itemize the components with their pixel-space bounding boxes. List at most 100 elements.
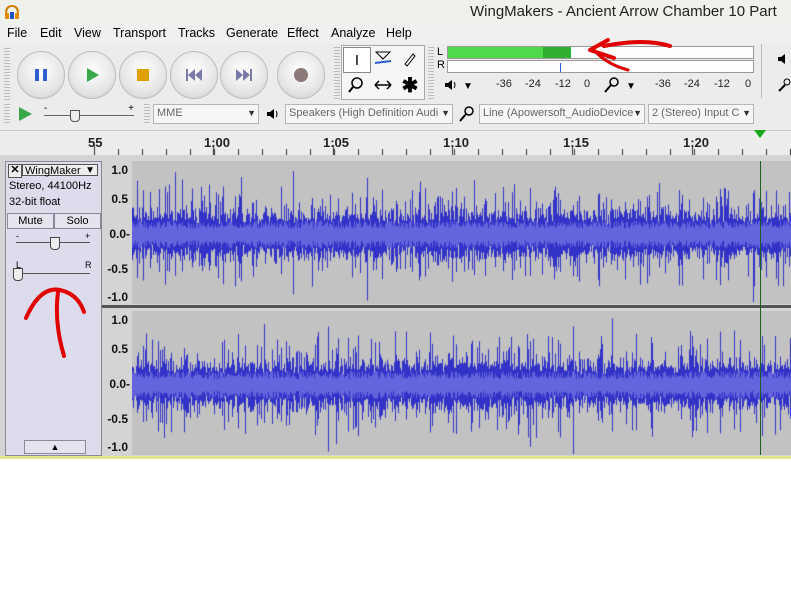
tools-grip[interactable] <box>334 47 340 99</box>
speaker-icon <box>444 78 458 95</box>
menu-analyze[interactable]: Analyze <box>331 26 375 40</box>
skip-to-end-button[interactable] <box>220 51 268 99</box>
playback-scale-12: -12 <box>555 78 571 90</box>
ch1-ruler-neg-0-5: -0.5 <box>107 262 128 276</box>
ch1-ruler-0-0: 0.0- <box>109 227 130 241</box>
stop-icon <box>137 69 149 81</box>
timeline-label-55: 55 <box>88 135 103 150</box>
menu-help[interactable]: Help <box>386 26 412 40</box>
track-menu-arrow-icon: ▼ <box>85 165 95 176</box>
playback-meter-dropdown[interactable]: ▼ <box>463 81 473 92</box>
collapse-arrow-icon: ▲ <box>50 442 60 452</box>
input-device-select[interactable]: Line (Apowersoft_AudioDevice ▼ <box>479 104 645 124</box>
input-microphone-icon <box>458 106 474 125</box>
menu-generate[interactable]: Generate <box>226 26 278 40</box>
menu-tracks[interactable]: Tracks <box>178 26 215 40</box>
record-button[interactable] <box>277 51 325 99</box>
menu-transport[interactable]: Transport <box>113 26 166 40</box>
title-bar: WingMakers - Ancient Arrow Chamber 10 Pa… <box>0 0 791 25</box>
menu-edit[interactable]: Edit <box>40 26 62 40</box>
menu-effect[interactable]: Effect <box>287 26 319 40</box>
tools-toolbar: I ✱ <box>341 45 425 100</box>
microphone-icon <box>603 77 619 96</box>
input-channels-select[interactable]: 2 (Stereo) Input C ▼ <box>648 104 754 124</box>
selection-tool-icon[interactable]: I <box>343 47 371 73</box>
ch2-ruler-neg-1-0: -1.0 <box>107 440 128 454</box>
zoom-tool-icon[interactable] <box>343 73 369 97</box>
playback-meter-left-fill <box>448 47 547 58</box>
record-scale-36: -36 <box>655 78 671 90</box>
gain-plus-label: + <box>85 231 91 241</box>
window-title: WingMakers - Ancient Arrow Chamber 10 Pa… <box>470 3 777 20</box>
timeline-ticks <box>0 131 791 155</box>
output-speaker-icon <box>266 107 280 124</box>
toolbar-grip[interactable] <box>4 48 10 100</box>
gain-minus-label: - <box>16 231 19 241</box>
envelope-tool-icon[interactable] <box>370 47 396 71</box>
output-device-value: Speakers (High Definition Audi <box>289 107 439 119</box>
playback-meter-peak <box>543 47 571 58</box>
timeline-label-1-20: 1:20 <box>683 135 710 150</box>
mixer-microphone-icon <box>777 78 791 95</box>
meter-right-label: R <box>437 59 445 71</box>
pan-slider-thumb[interactable] <box>13 268 23 281</box>
play-speed-slider[interactable]: - + <box>44 103 134 122</box>
skip-to-start-icon <box>186 69 202 81</box>
ch2-ruler-neg-0-5: -0.5 <box>107 412 128 426</box>
ch2-ruler-1-0: 1.0 <box>111 313 128 327</box>
playhead-line <box>760 161 761 455</box>
play-button[interactable] <box>68 51 116 99</box>
channel-separator <box>102 305 791 308</box>
collapse-track-button[interactable]: ▲ <box>24 440 86 454</box>
skip-to-start-button[interactable] <box>170 51 218 99</box>
playback-scale-0: 0 <box>584 78 591 90</box>
multi-tool-icon[interactable]: ✱ <box>397 73 423 97</box>
track-close-button[interactable]: ✕ <box>8 164 22 178</box>
annotation-arrow-2-icon <box>24 287 86 358</box>
record-meter-dropdown[interactable]: ▼ <box>626 81 636 92</box>
ch2-ruler-0-0: 0.0- <box>109 377 130 391</box>
menu-view[interactable]: View <box>74 26 101 40</box>
pan-slider[interactable] <box>16 273 90 274</box>
track-name-menu[interactable]: WingMaker ▼ <box>22 164 98 177</box>
audacity-logo-icon <box>5 4 19 19</box>
audio-host-select[interactable]: MME ▼ <box>153 104 259 124</box>
pause-icon <box>35 69 47 81</box>
record-scale-0: 0 <box>745 78 752 90</box>
gain-slider-thumb[interactable] <box>50 237 60 250</box>
record-scale-24: -24 <box>684 78 700 90</box>
ch1-ruler-1-0: 1.0 <box>111 163 128 177</box>
ch1-ruler-0-5: 0.5 <box>111 192 128 206</box>
mute-button[interactable]: Mute <box>7 213 54 229</box>
play-at-speed-button[interactable] <box>17 106 33 125</box>
playback-scale-24: -24 <box>525 78 541 90</box>
stop-button[interactable] <box>119 51 167 99</box>
waveform-right <box>132 311 791 455</box>
playback-meter-right-marker <box>560 63 561 72</box>
input-channels-value: 2 (Stereo) Input C <box>652 107 740 119</box>
menu-file[interactable]: File <box>7 26 27 40</box>
annotation-arrow-icon <box>588 38 672 72</box>
playhead-marker-icon[interactable] <box>753 129 767 139</box>
pan-right-label: R <box>85 260 92 270</box>
toolbar-divider <box>761 44 762 98</box>
playat-grip[interactable] <box>4 104 10 124</box>
timeline-label-1-00: 1:00 <box>204 135 231 150</box>
input-device-value: Line (Apowersoft_AudioDevice <box>483 107 634 119</box>
solo-button[interactable]: Solo <box>54 213 101 229</box>
audio-host-value: MME <box>157 107 183 119</box>
play-icon <box>87 68 99 82</box>
skip-to-end-icon <box>236 69 252 81</box>
track-name: WingMaker <box>25 165 81 177</box>
meter-grip[interactable] <box>428 47 434 99</box>
timeline-label-1-15: 1:15 <box>563 135 590 150</box>
timeline-label-1-10: 1:10 <box>443 135 470 150</box>
timeline-ruler[interactable]: 55 1:00 1:05 1:10 1:15 1:20 <box>0 129 791 156</box>
time-shift-tool-icon[interactable] <box>370 73 396 97</box>
play-speed-slider-thumb[interactable] <box>70 110 80 122</box>
pause-button[interactable] <box>17 51 65 99</box>
device-grip[interactable] <box>144 104 150 124</box>
output-device-select[interactable]: Speakers (High Definition Audi ▼ <box>285 104 453 124</box>
draw-tool-icon[interactable] <box>397 47 423 71</box>
playback-scale-36: -36 <box>496 78 512 90</box>
